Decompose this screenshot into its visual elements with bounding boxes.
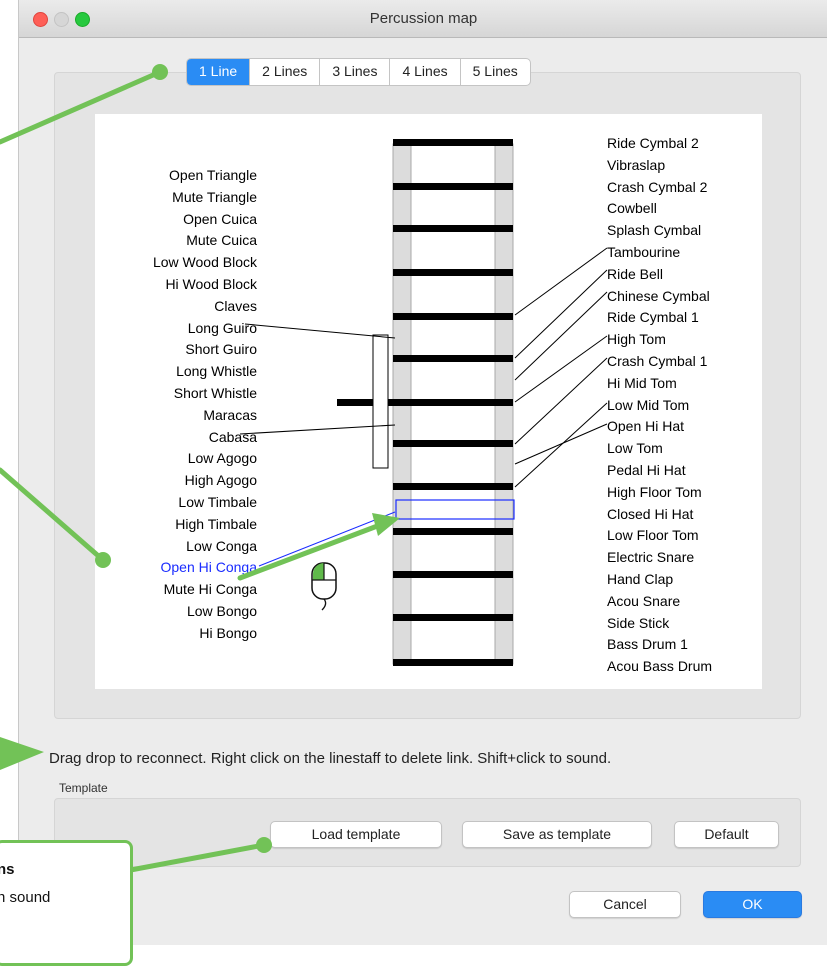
tab-4-lines[interactable]: 4 Lines (390, 59, 461, 85)
staff-line (337, 399, 513, 406)
tab-2-lines[interactable]: 2 Lines (250, 59, 321, 85)
ok-button[interactable]: OK (703, 891, 802, 918)
staff-bar (393, 614, 513, 621)
tab-5-lines[interactable]: 5 Lines (461, 59, 530, 85)
selected-link-line (258, 511, 396, 567)
link-line (514, 269, 608, 359)
staff-bar (393, 355, 513, 362)
load-template-button[interactable]: Load template (270, 821, 442, 848)
hint-text: Drag drop to reconnect. Right click on t… (49, 750, 612, 767)
mapping-canvas[interactable]: Open Triangle Mute Triangle Open Cuica Mute… (95, 114, 762, 689)
staff-bar (393, 225, 513, 232)
annotation-callout: ns n sound (0, 840, 133, 966)
link-line (514, 357, 608, 445)
template-group-label: Template (59, 781, 108, 795)
staff-bar (393, 139, 513, 146)
stem-rect (372, 334, 389, 469)
tab-3-lines[interactable]: 3 Lines (320, 59, 391, 85)
staff-bar (393, 571, 513, 578)
percussion-map-window: Percussion map 1 Line 2 Lines 3 Lines 4 … (18, 0, 827, 945)
template-group: Load template Save as template Default (54, 798, 801, 867)
default-button[interactable]: Default (674, 821, 779, 848)
line-count-tabs: 1 Line 2 Lines 3 Lines 4 Lines 5 Lines (186, 58, 531, 86)
staff-bar (393, 659, 513, 666)
link-line (514, 335, 608, 403)
staff-bar (393, 483, 513, 490)
tab-1-line[interactable]: 1 Line (187, 59, 251, 85)
staff-bar (393, 528, 513, 535)
staff-bar (393, 183, 513, 190)
staff-bar (393, 269, 513, 276)
cancel-button[interactable]: Cancel (569, 891, 681, 918)
window-title: Percussion map (369, 10, 478, 27)
save-as-template-button[interactable]: Save as template (462, 821, 652, 848)
linestaff[interactable] (95, 114, 762, 689)
title-bar: Percussion map (19, 0, 827, 38)
callout-title: ns (0, 861, 15, 878)
staff-bar (393, 440, 513, 447)
link-line (239, 424, 396, 435)
link-line (514, 423, 608, 465)
link-line (244, 323, 396, 339)
callout-text: n sound (0, 889, 51, 906)
link-line (514, 402, 608, 488)
staff-bar (393, 313, 513, 320)
